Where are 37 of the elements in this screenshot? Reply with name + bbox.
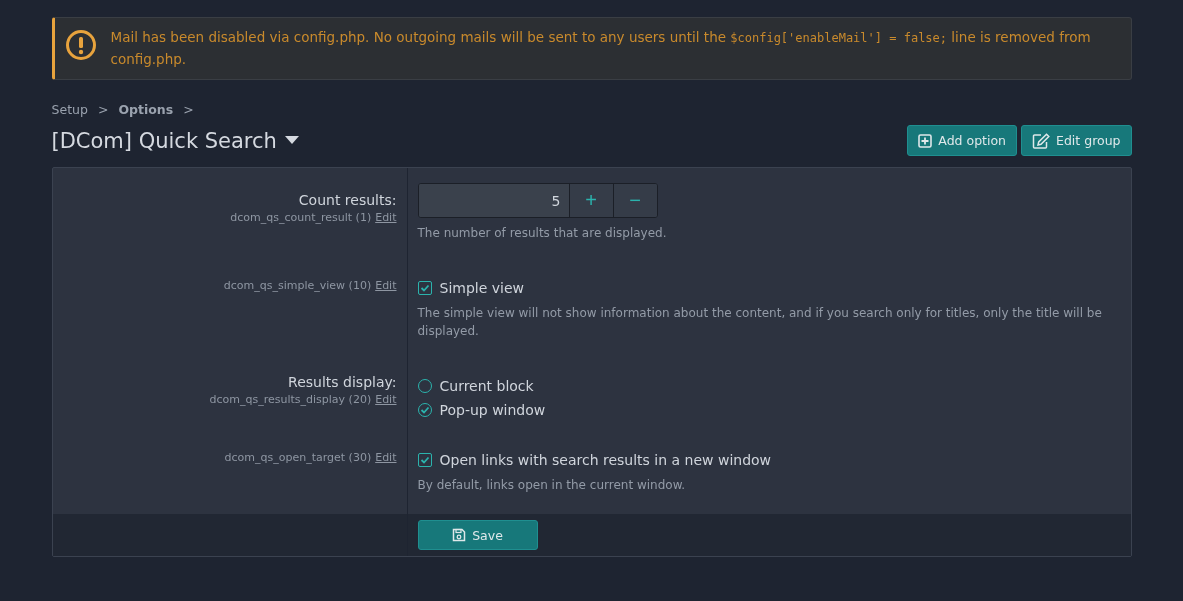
option-label: Results display: [287, 374, 397, 390]
breadcrumb-link[interactable]: Options [118, 102, 174, 117]
checkbox-label: Simple view [439, 280, 524, 296]
option-hint: The number of results that are displayed. [417, 225, 668, 242]
page-title: [DCom] Quick Search [51, 128, 277, 153]
option-hint: The simple view will not show information about the content, and if you search only for titles, only the title will be displayed. [417, 305, 1103, 340]
radio-label: Current block [439, 378, 534, 394]
option-hint: By default, links open in the current window. [417, 477, 687, 494]
save-button[interactable]: Save [417, 520, 538, 550]
radio-label: Pop-up window [439, 402, 546, 418]
edit-link[interactable]: Edit [375, 393, 397, 406]
checkmark-icon [419, 405, 430, 415]
edit-link[interactable]: Edit [375, 211, 397, 224]
option-key: dcom_qs_count_result (1) [230, 211, 372, 224]
edit-link[interactable]: Edit [375, 279, 397, 292]
checkmark-icon [419, 283, 430, 293]
plus-square-icon [918, 133, 933, 148]
option-key: dcom_qs_open_target (30) [224, 451, 372, 464]
pencil-square-icon [1032, 132, 1050, 149]
option-key: dcom_qs_results_display (20) [209, 393, 372, 406]
checkbox-label: Open links with search results in a new window [439, 452, 772, 468]
decrement-button[interactable]: − [612, 184, 657, 217]
breadcrumb-separator: > [183, 102, 194, 117]
caret-icon[interactable] [284, 136, 299, 145]
breadcrumb-link[interactable]: Setup [51, 102, 88, 117]
breadcrumb-separator: > [97, 102, 109, 117]
option-key: dcom_qs_simple_view (10) [223, 279, 372, 292]
warning-icon [64, 29, 97, 61]
option-label: Count results: [297, 192, 397, 208]
edit-link[interactable]: Edit [375, 451, 397, 464]
checkbox[interactable] [417, 453, 432, 467]
increment-button[interactable]: + [568, 184, 613, 217]
checkbox[interactable] [417, 281, 432, 295]
add-option-button[interactable]: Add option [907, 125, 1017, 156]
checkmark-icon [419, 455, 430, 465]
notice-message: Mail has been disabled via config.php. No outgoing mails will be sent to any users until the $config['enableMail'] = false; line is removed from config.php. [110, 28, 1092, 69]
edit-group-button[interactable]: Edit group [1021, 125, 1132, 156]
